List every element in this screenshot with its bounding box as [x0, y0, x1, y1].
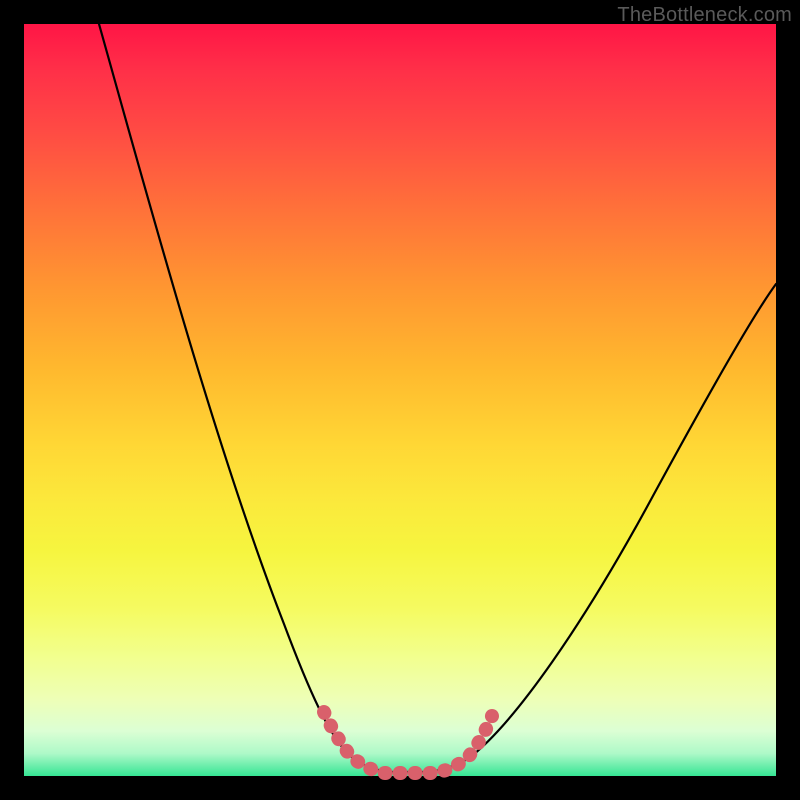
optimal-zone-marker: [324, 712, 492, 773]
bottleneck-curve: [99, 24, 776, 772]
curve-layer: [24, 24, 776, 776]
gradient-plot-area: [24, 24, 776, 776]
outer-black-frame: TheBottleneck.com: [0, 0, 800, 800]
